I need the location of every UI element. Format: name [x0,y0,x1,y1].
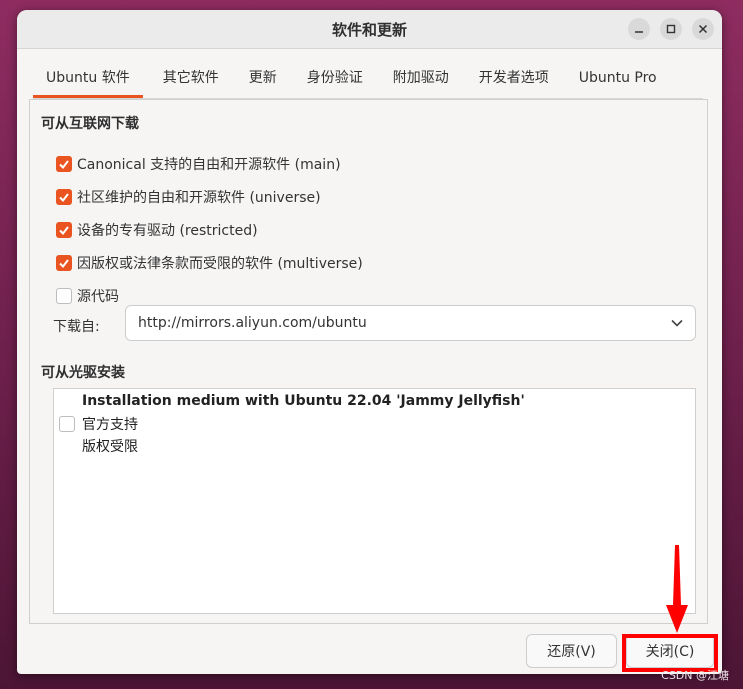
download-server-dropdown[interactable]: http://mirrors.aliyun.com/ubuntu [125,305,696,341]
checkmark-icon [59,259,69,269]
checkmark-icon [59,226,69,236]
tab-content-panel: 可从互联网下载 Canonical 支持的自由和开源软件 (main) 社区维护… [29,99,708,624]
option-universe-label: 社区维护的自由和开源软件 (universe) [77,190,321,206]
tab-additional-drivers[interactable]: 附加驱动 [380,60,462,98]
software-updates-window: 软件和更新 Ubuntu 软件 其它软件 更新 身份验证 附加驱动 开发者选项 … [17,10,722,674]
checkbox-main[interactable] [56,156,72,172]
watermark-text: CSDN @江塘 [661,669,729,682]
checkbox-cdrom-source[interactable] [59,416,75,432]
cdrom-section-heading: 可从光驱安装 [41,365,125,381]
option-restricted[interactable]: 设备的专有驱动 (restricted) [56,220,258,240]
chevron-down-icon [671,319,683,327]
option-multiverse[interactable]: 因版权或法律条款而受限的软件 (multiverse) [56,253,363,273]
cdrom-item-title: Installation medium with Ubuntu 22.04 'J… [82,393,525,409]
tab-developer-options[interactable]: 开发者选项 [466,60,562,98]
tab-updates[interactable]: 更新 [236,60,290,98]
maximize-button[interactable] [660,18,682,40]
option-source-code-label: 源代码 [77,289,119,305]
internet-section-heading: 可从互联网下载 [41,116,139,132]
checkmark-icon [59,193,69,203]
checkmark-icon [59,160,69,170]
option-universe[interactable]: 社区维护的自由和开源软件 (universe) [56,187,321,207]
close-icon [698,24,708,34]
maximize-icon [666,24,676,34]
tab-other-software[interactable]: 其它软件 [150,60,232,98]
tab-ubuntu-software[interactable]: Ubuntu 软件 [33,60,143,98]
tab-ubuntu-pro[interactable]: Ubuntu Pro [566,60,670,98]
window-title: 软件和更新 [331,20,407,39]
tab-bar: Ubuntu 软件 其它软件 更新 身份验证 附加驱动 开发者选项 Ubuntu… [33,60,703,99]
revert-button[interactable]: 还原(V) [526,634,617,668]
annotation-arrow-icon [666,545,688,633]
checkbox-multiverse[interactable] [56,255,72,271]
option-source-code[interactable]: 源代码 [56,286,119,306]
download-server-value: http://mirrors.aliyun.com/ubuntu [138,315,367,331]
cdrom-item-line2: 版权受限 [82,439,138,455]
checkbox-universe[interactable] [56,189,72,205]
checkbox-restricted[interactable] [56,222,72,238]
option-multiverse-label: 因版权或法律条款而受限的软件 (multiverse) [77,256,363,272]
minimize-icon [635,31,643,33]
window-controls [628,18,714,40]
option-restricted-label: 设备的专有驱动 (restricted) [77,223,258,239]
minimize-button[interactable] [628,18,650,40]
option-main[interactable]: Canonical 支持的自由和开源软件 (main) [56,154,341,174]
cdrom-source-list[interactable]: Installation medium with Ubuntu 22.04 'J… [53,388,696,614]
download-from-label: 下载自: [53,319,100,335]
close-window-button[interactable] [692,18,714,40]
tab-authentication[interactable]: 身份验证 [294,60,376,98]
cdrom-item-line1: 官方支持 [82,417,138,433]
checkbox-source-code[interactable] [56,288,72,304]
title-bar: 软件和更新 [17,10,722,49]
option-main-label: Canonical 支持的自由和开源软件 (main) [77,157,341,173]
